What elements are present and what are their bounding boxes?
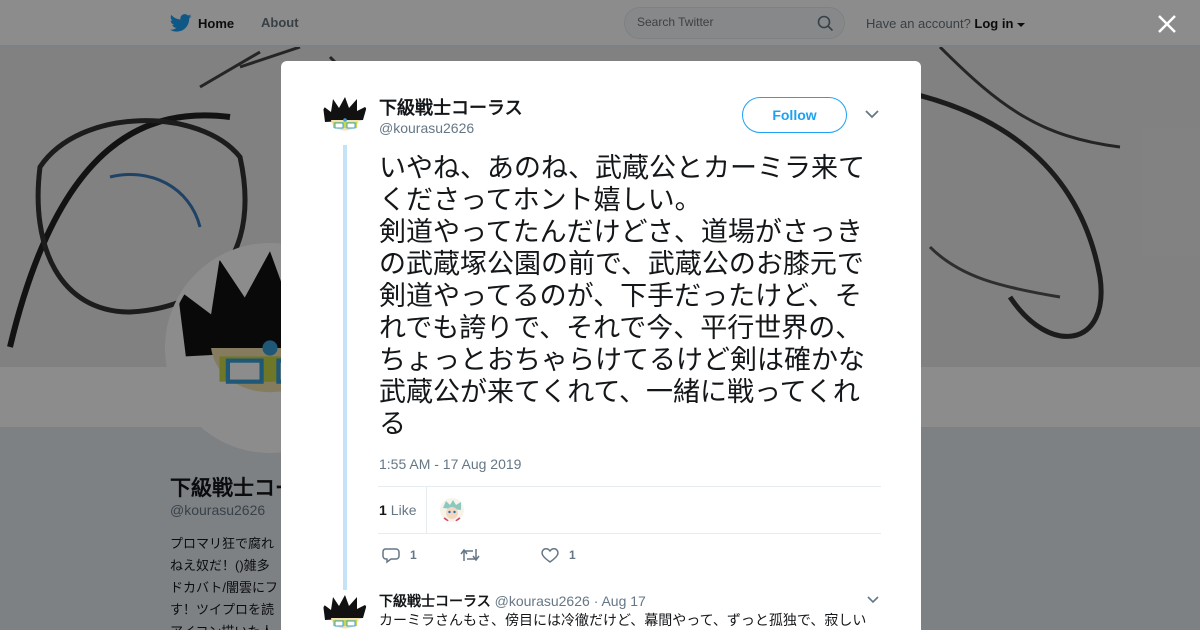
reply-count: 1 — [410, 548, 417, 562]
heart-icon — [541, 548, 559, 563]
likes-stat[interactable]: 1 Like — [379, 502, 416, 518]
retweet-icon — [460, 548, 480, 562]
chevron-down-icon[interactable] — [865, 109, 879, 119]
stats-divider — [426, 487, 427, 533]
tweet-stats: 1 Like — [378, 486, 881, 534]
tweet-author-avatar[interactable] — [321, 96, 369, 144]
reply-chevron-down-icon[interactable] — [867, 596, 879, 604]
reply-icon — [382, 547, 400, 563]
like-action[interactable]: 1 — [541, 545, 576, 565]
tweet-timestamp[interactable]: 1:55 AM - 17 Aug 2019 — [379, 456, 521, 472]
like-count: 1 — [569, 548, 576, 562]
reply-header: 下級戦士コーラス @kourasu2626 · Aug 17 — [379, 591, 646, 611]
reply-text: カーミラさんもさ、傍目には冷徹だけど、幕間やって、ずっと孤独で、寂しい — [379, 613, 867, 629]
tweet-author-name[interactable]: 下級戦士コーラス — [379, 94, 523, 120]
follow-button[interactable]: Follow — [742, 97, 847, 133]
tweet-author-handle[interactable]: @kourasu2626 — [379, 120, 474, 136]
reply-author-avatar-image — [321, 594, 369, 630]
retweet-action[interactable] — [460, 545, 490, 565]
close-icon[interactable] — [1155, 12, 1179, 36]
tweet-text: いやね、あのね、武蔵公とカーミラ来てくださってホント嬉しい。 剣道やってたんだけ… — [379, 153, 865, 440]
tweet-author-avatar-image — [321, 96, 369, 144]
tweet-modal: 下級戦士コーラス @kourasu2626 Follow いやね、あのね、武蔵公… — [281, 61, 921, 630]
reply-author-name[interactable]: 下級戦士コーラス — [379, 594, 491, 610]
likes-stat-count: 1 — [379, 502, 387, 518]
reply-date[interactable]: · Aug 17 — [594, 593, 646, 609]
liker-avatar[interactable] — [440, 498, 464, 522]
likes-stat-label: Like — [390, 502, 417, 518]
reply-action[interactable]: 1 — [382, 545, 417, 565]
reply-author-avatar[interactable] — [321, 594, 369, 630]
thread-line — [343, 145, 347, 590]
liker-avatar-image — [440, 498, 464, 522]
reply-author-handle[interactable]: @kourasu2626 — [495, 593, 590, 609]
